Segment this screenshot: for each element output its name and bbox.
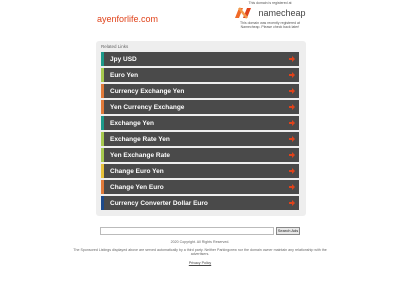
related-link[interactable]: Exchange Yen: [101, 116, 299, 130]
domain-name[interactable]: ayenforlife.com: [97, 14, 158, 24]
arrow-right-icon: [289, 88, 295, 94]
related-link[interactable]: Yen Exchange Rate: [101, 148, 299, 162]
disclaimer-text: The Sponsored Listings displayed above a…: [73, 248, 327, 257]
arrow-right-icon: [289, 168, 295, 174]
arrow-right-icon: [289, 72, 295, 78]
related-link[interactable]: Exchange Rate Yen: [101, 132, 299, 146]
namecheap-logo[interactable]: namecheap: [232, 7, 308, 19]
related-link-label: Yen Currency Exchange: [110, 103, 185, 111]
related-link[interactable]: Change Euro Yen: [101, 164, 299, 178]
related-link-label: Change Euro Yen: [110, 167, 164, 175]
registrar-badge[interactable]: This domain is registered at namecheap T…: [232, 1, 308, 29]
related-link[interactable]: Jpy USD: [101, 52, 299, 66]
registrar-note-bottom: This domain was recently registered at N…: [240, 21, 300, 30]
related-links-title: Related Links: [101, 44, 129, 49]
copyright-text: 2020 Copyright. All Rights Reserved.: [170, 240, 230, 244]
search-input[interactable]: [100, 227, 274, 235]
search-button[interactable]: Search Ads: [276, 227, 300, 235]
related-link-label: Change Yen Euro: [110, 183, 164, 191]
search-bar: Search Ads: [100, 227, 300, 235]
privacy-policy-link[interactable]: Privacy Policy: [0, 261, 400, 265]
arrow-right-icon: [289, 104, 295, 110]
related-link-label: Euro Yen: [110, 71, 139, 79]
arrow-right-icon: [289, 56, 295, 62]
related-link-label: Currency Exchange Yen: [110, 87, 185, 95]
related-link-label: Exchange Yen: [110, 119, 154, 127]
arrow-right-icon: [289, 120, 295, 126]
related-link[interactable]: Yen Currency Exchange: [101, 100, 299, 114]
related-link[interactable]: Currency Exchange Yen: [101, 84, 299, 98]
registrar-note-top: This domain is registered at: [248, 1, 292, 5]
related-link[interactable]: Change Yen Euro: [101, 180, 299, 194]
related-link[interactable]: Euro Yen: [101, 68, 299, 82]
related-link-label: Currency Converter Dollar Euro: [110, 199, 208, 207]
related-links-panel: Related Links Jpy USD Euro Yen Currency Ex…: [96, 41, 306, 216]
related-link-label: Jpy USD: [110, 55, 137, 63]
related-link-label: Yen Exchange Rate: [110, 151, 170, 159]
related-link-label: Exchange Rate Yen: [110, 135, 170, 143]
namecheap-wordmark: namecheap: [258, 8, 306, 18]
arrow-right-icon: [289, 136, 295, 142]
arrow-right-icon: [289, 200, 295, 206]
arrow-right-icon: [289, 152, 295, 158]
namecheap-icon: [235, 7, 252, 19]
related-link[interactable]: Currency Converter Dollar Euro: [101, 196, 299, 210]
arrow-right-icon: [289, 184, 295, 190]
